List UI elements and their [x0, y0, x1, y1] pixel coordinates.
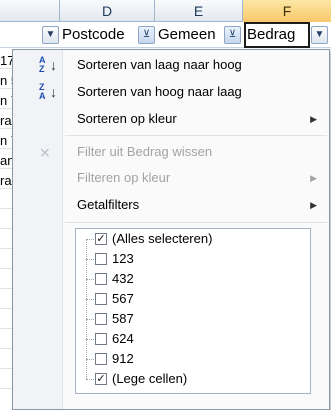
menu-item-sort-descending[interactable]: Z A ↓ Sorteren van hoog naar laag: [13, 80, 329, 104]
checkbox[interactable]: [95, 353, 107, 365]
list-item[interactable]: 567: [76, 289, 310, 309]
list-item-empty-cells[interactable]: ✓ (Lege cellen): [76, 369, 310, 389]
checkbox[interactable]: [95, 273, 107, 285]
column-header-e[interactable]: E: [155, 0, 243, 22]
menu-separator: [65, 222, 327, 223]
list-item-label: 432: [112, 271, 134, 286]
menu-item-sort-ascending[interactable]: A Z ↓ Sorteren van laag naar hoog: [13, 53, 329, 77]
menu-item-label: Sorteren van hoog naar laag: [77, 84, 242, 99]
list-item-label: (Alles selecteren): [112, 231, 213, 246]
chevron-down-icon[interactable]: ▼: [311, 26, 328, 44]
cell-fragment[interactable]: an: [0, 151, 12, 171]
sort-descending-icon: Z A ↓: [39, 82, 57, 101]
submenu-arrow-icon: ▶: [310, 200, 317, 210]
list-item-label: 567: [112, 291, 134, 306]
checkbox[interactable]: [95, 253, 107, 265]
funnel-icon[interactable]: ⊻: [138, 26, 155, 44]
header-bedrag[interactable]: Bedrag: [244, 22, 310, 48]
funnel-icon[interactable]: ⊻: [224, 26, 241, 44]
list-item[interactable]: 587: [76, 309, 310, 329]
list-item-label: 624: [112, 331, 134, 346]
checkbox[interactable]: [95, 313, 107, 325]
filter-header-row: ▼ Postcode ⊻ Gemeen ⊻ Bedrag ▼: [0, 22, 331, 48]
chevron-down-icon[interactable]: ▼: [42, 26, 59, 44]
submenu-arrow-icon: ▶: [310, 114, 317, 124]
list-item-label: 912: [112, 351, 134, 366]
sort-ascending-icon: A Z ↓: [39, 55, 57, 74]
checkbox[interactable]: [95, 293, 107, 305]
header-gemeente: Gemeen: [158, 26, 216, 43]
list-item[interactable]: 624: [76, 329, 310, 349]
cell-fragment[interactable]: n 5: [0, 71, 12, 91]
list-item[interactable]: 912: [76, 349, 310, 369]
menu-item-sort-by-color[interactable]: Sorteren op kleur ▶: [13, 107, 329, 131]
header-postcode: Postcode: [62, 26, 125, 43]
menu-item-filter-by-color: Filteren op kleur ▶: [13, 166, 329, 190]
menu-item-label: Filteren op kleur: [77, 170, 171, 185]
cell-fragment[interactable]: raa: [0, 111, 12, 131]
menu-item-label: Sorteren van laag naar hoog: [77, 57, 242, 72]
menu-item-label: Filter uit Bedrag wissen: [77, 144, 213, 159]
filter-menu: A Z ↓ Sorteren van laag naar hoog Z A ↓ …: [12, 49, 330, 410]
column-header-d[interactable]: D: [60, 0, 155, 22]
cell-fragment[interactable]: 176: [0, 51, 12, 71]
list-item[interactable]: 432: [76, 269, 310, 289]
cell-fragment[interactable]: n 7: [0, 131, 12, 151]
list-item-select-all[interactable]: ✓ (Alles selecteren): [76, 229, 310, 249]
list-item-label: (Lege cellen): [112, 371, 188, 386]
menu-item-label: Sorteren op kleur: [77, 111, 177, 126]
checkbox[interactable]: [95, 333, 107, 345]
menu-separator: [65, 135, 327, 136]
submenu-arrow-icon: ▶: [310, 173, 317, 183]
list-item-label: 123: [112, 251, 134, 266]
checkbox[interactable]: ✓: [95, 233, 107, 245]
menu-item-number-filters[interactable]: Getalfilters ▶: [13, 193, 329, 217]
value-checkbox-list[interactable]: ✓ (Alles selecteren) 123 432 567 587 624…: [75, 228, 311, 394]
checkbox[interactable]: ✓: [95, 373, 107, 385]
cell-fragment[interactable]: raa: [0, 171, 12, 191]
cell-fragment[interactable]: n 7: [0, 91, 12, 111]
list-item-label: 587: [112, 311, 134, 326]
menu-item-clear-filter: ⨯ Filter uit Bedrag wissen: [13, 140, 329, 164]
clear-filter-icon: ⨯: [39, 144, 51, 160]
column-headers: D E F: [0, 0, 331, 22]
column-header-f[interactable]: F: [243, 0, 331, 22]
menu-item-label: Getalfilters: [77, 197, 140, 212]
column-header-blank: [0, 0, 60, 22]
list-item[interactable]: 123: [76, 249, 310, 269]
